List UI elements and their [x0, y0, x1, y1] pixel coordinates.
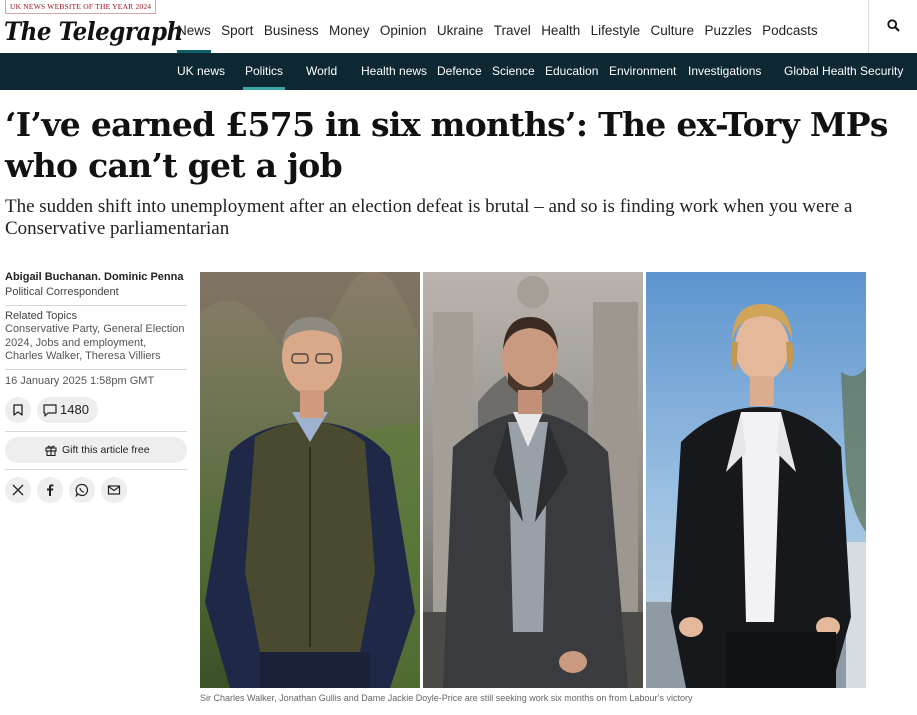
- comment-icon: [43, 404, 57, 417]
- byline: Abigail Buchanan. Dominic Penna Politica…: [5, 270, 187, 299]
- panel-divider: [643, 272, 646, 688]
- subnav-politics[interactable]: Politics: [242, 53, 286, 90]
- site-header: UK NEWS WEBSITE OF THE YEAR 2024 The Tel…: [0, 0, 917, 53]
- divider: [5, 431, 187, 432]
- photo-panel-charles-walker: [200, 272, 420, 688]
- comments-button[interactable]: 1480: [37, 397, 98, 423]
- author-role: Political Correspondent: [5, 286, 119, 298]
- divider: [5, 369, 187, 370]
- nav-podcasts[interactable]: Podcasts: [758, 0, 822, 53]
- nav-news[interactable]: News: [173, 0, 215, 53]
- related-topics-title: Related Topics: [5, 310, 77, 322]
- subnav-defence[interactable]: Defence: [437, 53, 482, 90]
- subnav-education[interactable]: Education: [545, 53, 598, 90]
- award-banner: UK NEWS WEBSITE OF THE YEAR 2024: [5, 0, 157, 14]
- article-standfirst: The sudden shift into unemployment after…: [5, 196, 853, 239]
- x-icon: [12, 484, 24, 496]
- main-nav: News Sport Business Money Opinion Ukrain…: [173, 0, 824, 53]
- subnav-world[interactable]: World: [306, 53, 337, 90]
- related-topics-list[interactable]: Conservative Party, General Election 202…: [5, 323, 187, 364]
- gift-icon: [45, 445, 57, 456]
- telegraph-logo[interactable]: The Telegraph: [4, 17, 183, 47]
- search-icon: [887, 19, 900, 32]
- publish-date: 16 January 2025 1:58pm GMT: [5, 375, 155, 387]
- gift-article-button[interactable]: Gift this article free: [5, 437, 187, 463]
- comment-count: 1480: [60, 402, 89, 417]
- nav-travel[interactable]: Travel: [490, 0, 535, 53]
- nav-health[interactable]: Health: [537, 0, 584, 53]
- whatsapp-icon: [75, 483, 89, 497]
- share-x-button[interactable]: [5, 477, 31, 503]
- share-whatsapp-button[interactable]: [69, 477, 95, 503]
- author-names[interactable]: Abigail Buchanan. Dominic Penna: [5, 270, 187, 284]
- photo-panel-jackie-doyle-price: [646, 272, 866, 688]
- divider: [5, 469, 187, 470]
- divider: [5, 305, 187, 306]
- gift-article-label: Gift this article free: [62, 444, 150, 456]
- section-subnav: UK news Politics World Health news Defen…: [0, 53, 917, 90]
- nav-puzzles[interactable]: Puzzles: [700, 0, 755, 53]
- bookmark-button[interactable]: [5, 397, 31, 423]
- nav-sport[interactable]: Sport: [217, 0, 257, 53]
- nav-business[interactable]: Business: [260, 0, 323, 53]
- subnav-science[interactable]: Science: [492, 53, 535, 90]
- nav-money[interactable]: Money: [325, 0, 374, 53]
- related-topics: Related Topics Conservative Party, Gener…: [5, 309, 187, 364]
- search-button[interactable]: [868, 0, 917, 53]
- subnav-environment[interactable]: Environment: [609, 53, 676, 90]
- nav-culture[interactable]: Culture: [647, 0, 699, 53]
- email-icon: [107, 485, 121, 495]
- facebook-icon: [47, 484, 54, 496]
- subnav-global-health-security[interactable]: Global Health Security: [784, 53, 903, 90]
- photo-panel-jonathan-gullis: [423, 272, 643, 688]
- nav-opinion[interactable]: Opinion: [376, 0, 431, 53]
- panel-divider: [420, 272, 423, 688]
- image-caption: Sir Charles Walker, Jonathan Gullis and …: [200, 693, 693, 703]
- nav-ukraine[interactable]: Ukraine: [433, 0, 488, 53]
- share-email-button[interactable]: [101, 477, 127, 503]
- nav-lifestyle[interactable]: Lifestyle: [587, 0, 645, 53]
- share-facebook-button[interactable]: [37, 477, 63, 503]
- bookmark-icon: [13, 404, 23, 416]
- lead-image[interactable]: [200, 272, 866, 688]
- subnav-health-news[interactable]: Health news: [361, 53, 427, 90]
- subnav-uk-news[interactable]: UK news: [177, 53, 225, 90]
- article-headline: ‘I’ve earned £575 in six months’: The ex…: [5, 105, 888, 185]
- subnav-investigations[interactable]: Investigations: [688, 53, 761, 90]
